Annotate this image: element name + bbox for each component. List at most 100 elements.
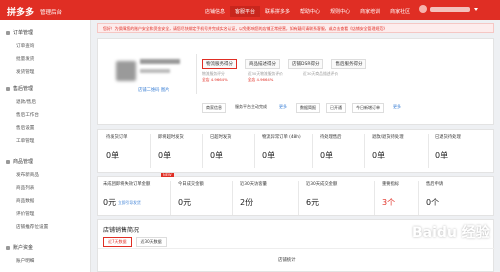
new-badge: NEW (161, 173, 174, 177)
report-pill[interactable]: 数据简报 (296, 103, 320, 113)
metric-label: 售后申请 (426, 182, 444, 187)
sidebar-item[interactable]: 发货管理 (16, 69, 34, 75)
stat-value[interactable]: 0单 (320, 150, 333, 161)
metric-label: 近30天访客量 (240, 182, 267, 187)
stat-value[interactable]: 0单 (372, 150, 385, 161)
store-pills: 商家信息 服务平台主动完成 更多 数据简报 已开通 今日新增订单 更多 (202, 103, 404, 113)
user-account-blurred[interactable] (430, 7, 470, 12)
aftersale-icon (6, 86, 10, 91)
nav-item-active[interactable]: 客服平台 (230, 6, 261, 17)
product-icon (6, 159, 10, 164)
status-text: 服务平台主动完成 (232, 103, 270, 113)
nav-item[interactable]: 店铺信息 (200, 6, 230, 17)
new-orders-pill[interactable]: 今日新增订单 (352, 103, 384, 113)
chart-tabs: 近7天数据 近30天数据 (103, 237, 167, 247)
score-tags: 物流服务得分 商品描述得分 店铺DSR得分 售后服务得分 (202, 59, 367, 69)
chart-label: 店铺统计 (278, 258, 296, 263)
store-card: 店铺二维码 图片 物流服务得分 商品描述得分 店铺DSR得分 售后服务得分 物流… (97, 38, 494, 125)
store-qrcode-link[interactable]: 店铺二维码 图片 (138, 87, 169, 93)
metrics-card: NEW 未成团即将失效订单金额 0元 立即引导发货 今日成交金额 0元 近30天… (97, 173, 494, 216)
stat-value[interactable]: 0单 (106, 150, 119, 161)
sidebar-section-orders[interactable]: 订单管理 (6, 29, 33, 36)
sidebar-item[interactable]: 店铺推荐位设置 (16, 224, 48, 230)
score-tag[interactable]: 物流服务得分 (202, 59, 237, 69)
notice-banner: 您好！为保障您的账户安全和资金安全，请您尽快绑定手机号并完成实名认证，以免影响您… (97, 23, 494, 33)
divider (374, 181, 375, 215)
sidebar-item[interactable]: 售后设置 (16, 125, 34, 131)
sidebar-item[interactable]: 商品列表 (16, 185, 34, 191)
nav-item[interactable]: 商家培训 (355, 6, 385, 17)
rating-item: 物流服务评分 全店 4.9664% (202, 71, 228, 82)
sidebar: 订单管理 订单查询 批量发货 发货管理 售后管理 退款/售后 售后工作台 售后设… (0, 20, 91, 272)
sidebar-item[interactable]: 评价管理 (16, 211, 34, 217)
sidebar-section-products[interactable]: 商品管理 (6, 158, 33, 165)
stat-value[interactable]: 0单 (210, 150, 223, 161)
wallet-icon (6, 245, 10, 250)
nav-item[interactable]: 帮助中心 (295, 6, 325, 17)
metric-label: 近30天成交金额 (306, 182, 338, 187)
metric-value[interactable]: 0元 (178, 197, 191, 208)
more-link[interactable]: 更多 (276, 103, 290, 113)
divider (196, 54, 197, 94)
metric-value[interactable]: 3个 (382, 197, 395, 208)
score-tag[interactable]: 商品描述得分 (245, 59, 280, 69)
guide-shipping-link[interactable]: 立即引导发货 (118, 200, 141, 206)
score-tag[interactable]: 店铺DSR得分 (288, 59, 324, 69)
merchant-info-pill[interactable]: 商家信息 (202, 103, 226, 113)
stat-value[interactable]: 0单 (435, 150, 448, 161)
stat-label: 即将超时发货 (158, 135, 184, 140)
chart-title: 店铺销售简况 (103, 227, 140, 234)
metric-value[interactable]: 0元 (103, 197, 116, 208)
metric-label: 重要指标 (382, 182, 400, 187)
bell-icon[interactable] (419, 5, 427, 13)
rating-item: 近30天物流服务评价 全店 4.9664% (247, 71, 283, 82)
score-tag[interactable]: 售后服务得分 (331, 59, 367, 69)
watermark-logo: Baidu 经验 (412, 225, 490, 241)
metric-label: 今日成交金额 (178, 182, 204, 187)
nav-item[interactable]: 商家社区 (385, 6, 415, 17)
store-id-blurred (140, 69, 170, 73)
sidebar-item[interactable]: 售后工作台 (16, 112, 39, 118)
sidebar-item[interactable]: 商品数据 (16, 198, 34, 204)
tab-30days[interactable]: 近30天数据 (135, 237, 167, 247)
sidebar-item[interactable]: 账户明细 (16, 258, 34, 264)
tab-7days[interactable]: 近7天数据 (103, 237, 132, 247)
divider (170, 181, 171, 215)
opened-pill[interactable]: 已开通 (326, 103, 346, 113)
sidebar-item[interactable]: 订单查询 (16, 43, 34, 49)
sidebar-section-aftersale[interactable]: 售后管理 (6, 85, 33, 92)
brand-logo[interactable]: 拼多多 (7, 5, 34, 18)
metric-value[interactable]: 0个 (426, 197, 439, 208)
divider (98, 248, 495, 249)
sidebar-section-funds[interactable]: 账户资金 (6, 244, 33, 251)
sidebar-item[interactable]: 工单管理 (16, 138, 34, 144)
stat-label: 物流异常订单 (48h) (262, 135, 301, 140)
brand-subtitle: 管理后台 (40, 10, 63, 16)
order-icon (6, 30, 10, 35)
divider (312, 134, 313, 168)
divider (254, 134, 255, 168)
metric-value[interactable]: 2份 (240, 197, 253, 208)
sidebar-item[interactable]: 退款/售后 (16, 99, 36, 105)
stat-value[interactable]: 0单 (262, 150, 275, 161)
chevron-down-icon[interactable] (474, 8, 478, 11)
metric-value[interactable]: 6元 (306, 197, 319, 208)
divider (298, 181, 299, 215)
divider (232, 181, 233, 215)
stat-label: 待处理售后 (320, 135, 342, 140)
store-logo-blurred (116, 61, 136, 81)
ratings-row: 物流服务评分 全店 4.9664% 近30天物流服务评价 全店 4.9664% 近3… (202, 71, 338, 83)
stat-value[interactable]: 0单 (158, 150, 171, 161)
sidebar-item[interactable]: 批量发货 (16, 56, 34, 62)
stat-label: 待发货订单 (106, 135, 128, 140)
sidebar-item[interactable]: 发布新商品 (16, 172, 39, 178)
nav-item[interactable]: 规则中心 (325, 6, 355, 17)
divider (428, 134, 429, 168)
divider (202, 134, 203, 168)
top-bar: 拼多多 管理后台 店铺信息 客服平台 联系拼多多 帮助中心 规则中心 商家培训 … (0, 0, 500, 20)
more-link[interactable]: 更多 (390, 103, 404, 113)
nav-item[interactable]: 联系拼多多 (260, 6, 295, 17)
store-name-blurred (140, 59, 180, 64)
divider (150, 134, 151, 168)
rating-item: 近30天商品描述评价 (302, 71, 339, 76)
